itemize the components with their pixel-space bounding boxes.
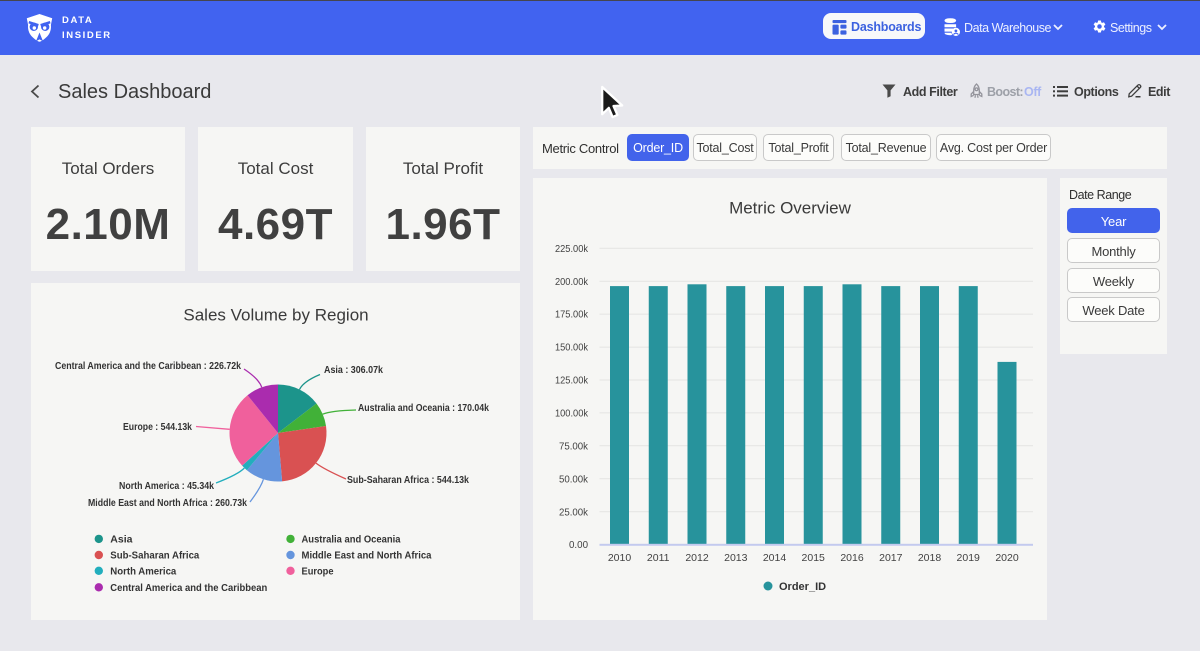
svg-text:225.00k: 225.00k <box>555 243 589 255</box>
svg-text:175.00k: 175.00k <box>555 309 589 321</box>
svg-text:Asia : 306.07k: Asia : 306.07k <box>324 364 383 376</box>
svg-text:Middle East and North Africa :: Middle East and North Africa : 260.73k <box>88 497 247 509</box>
svg-text:Metric Overview: Metric Overview <box>729 199 852 218</box>
svg-text:Europe : 544.13k: Europe : 544.13k <box>123 421 192 433</box>
svg-text:125.00k: 125.00k <box>555 375 589 387</box>
svg-text:North America : 45.34k: North America : 45.34k <box>119 480 214 492</box>
svg-text:2018: 2018 <box>918 552 942 564</box>
svg-text:2012: 2012 <box>685 552 709 564</box>
svg-text:Sales Volume by Region: Sales Volume by Region <box>183 306 368 325</box>
svg-text:2010: 2010 <box>608 552 632 564</box>
svg-text:100.00k: 100.00k <box>555 408 589 420</box>
svg-text:Sub-Saharan Africa : 544.13k: Sub-Saharan Africa : 544.13k <box>347 474 469 486</box>
svg-text:North America: North America <box>110 565 176 577</box>
svg-text:2019: 2019 <box>957 552 981 564</box>
svg-text:2014: 2014 <box>763 552 787 564</box>
svg-text:Order_ID: Order_ID <box>779 581 826 593</box>
svg-text:Sub-Saharan Africa: Sub-Saharan Africa <box>110 550 199 562</box>
svg-text:Middle East and North Africa: Middle East and North Africa <box>302 550 432 562</box>
svg-text:75.00k: 75.00k <box>559 440 589 452</box>
svg-text:25.00k: 25.00k <box>559 506 589 518</box>
svg-text:150.00k: 150.00k <box>555 342 589 354</box>
svg-text:2015: 2015 <box>802 552 826 564</box>
svg-text:Australia and Oceania : 170.04: Australia and Oceania : 170.04k <box>358 402 489 414</box>
svg-text:200.00k: 200.00k <box>555 276 589 288</box>
svg-text:2011: 2011 <box>647 552 670 564</box>
svg-text:50.00k: 50.00k <box>559 473 589 485</box>
svg-text:2016: 2016 <box>840 552 864 564</box>
svg-text:2017: 2017 <box>879 552 903 564</box>
svg-text:Central America and the Caribb: Central America and the Caribbean <box>110 582 267 594</box>
svg-text:0.00: 0.00 <box>569 539 588 551</box>
svg-text:2013: 2013 <box>724 552 748 564</box>
svg-text:Asia: Asia <box>110 533 132 545</box>
svg-text:Australia and Oceania: Australia and Oceania <box>302 533 401 545</box>
svg-text:2020: 2020 <box>995 552 1019 564</box>
svg-text:Europe: Europe <box>302 565 334 577</box>
svg-text:Central America and the Caribb: Central America and the Caribbean : 226.… <box>55 360 241 372</box>
